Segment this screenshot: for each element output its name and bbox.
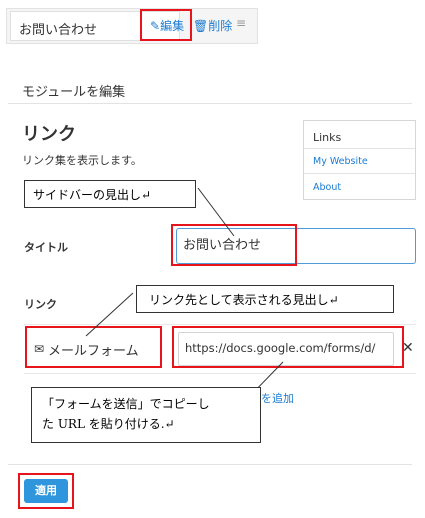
callout-url-line: た URL を貼り付ける.↵: [42, 417, 175, 431]
callout-url-line: 「フォームを送信」でコピーし: [42, 397, 210, 411]
callout-link-text: リンク先として表示される見出し↵: [136, 285, 394, 313]
callout-heading: サイドバーの見出し↵: [24, 180, 196, 208]
callout-connector-heading: [197, 187, 235, 237]
callout-connector-link-text: [85, 292, 134, 337]
callout-url: 「フォームを送信」でコピーし た URL を貼り付ける.↵: [31, 387, 261, 443]
